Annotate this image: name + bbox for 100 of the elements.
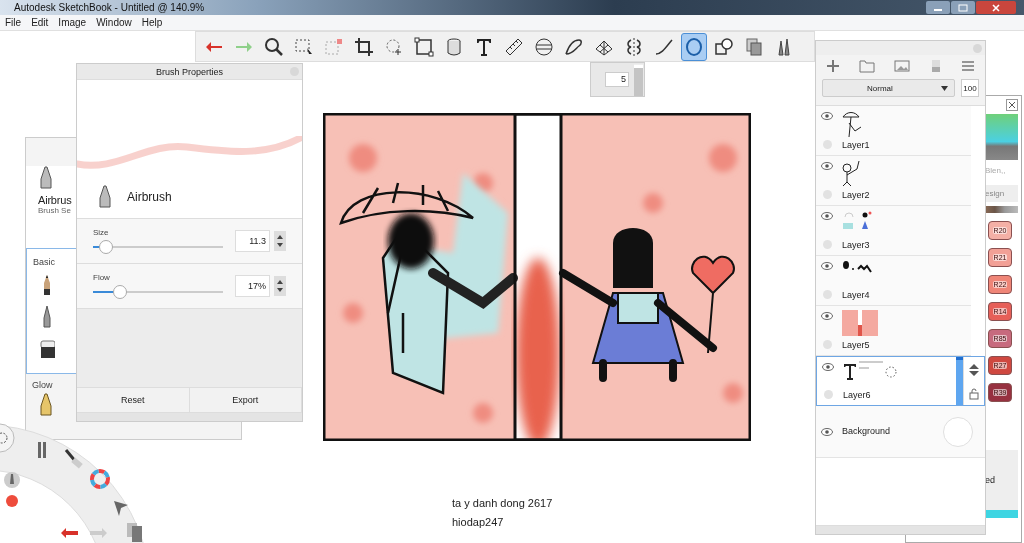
layer-row[interactable]: Layer4 <box>816 256 971 306</box>
layer-radio[interactable] <box>822 140 832 149</box>
minimize-button[interactable] <box>926 1 950 14</box>
color-wheel-icon[interactable] <box>90 469 110 489</box>
add-icon[interactable] <box>825 59 840 73</box>
cursor-icon[interactable] <box>114 501 128 516</box>
layer-row[interactable]: Layer1 <box>816 106 971 156</box>
menu-item[interactable]: File <box>5 17 22 28</box>
blend-label: Blen,, <box>985 166 1007 175</box>
split-panels-thumbnail <box>842 310 878 336</box>
bucket-icon <box>444 36 464 57</box>
brush-icon[interactable] <box>4 472 20 488</box>
crop-icon <box>354 36 374 57</box>
visibility-icon[interactable] <box>821 427 833 436</box>
shapes-icon <box>714 36 734 57</box>
window-title: Autodesk SketchBook - Untitled @ 140.9% <box>13 2 205 13</box>
airbrush-icon <box>97 185 113 209</box>
spinner-button[interactable] <box>274 276 286 296</box>
reorder-icon[interactable] <box>968 362 980 377</box>
layer-name: Layer2 <box>842 190 871 200</box>
resize-grip[interactable] <box>77 412 302 421</box>
layer-radio[interactable] <box>822 240 832 249</box>
menu-icon[interactable] <box>961 59 976 73</box>
folder-icon[interactable] <box>859 59 876 73</box>
menu-item[interactable]: Edit <box>31 17 49 28</box>
brush-size-slider[interactable] <box>634 63 643 96</box>
lasso-icon <box>384 36 404 57</box>
brush-set-section[interactable]: Glow <box>26 374 76 420</box>
spinner-button[interactable] <box>274 231 286 251</box>
visibility-icon[interactable] <box>821 312 833 320</box>
close-button[interactable] <box>1006 99 1018 111</box>
background-color-swatch[interactable] <box>943 416 973 447</box>
image-icon[interactable] <box>894 59 911 73</box>
visibility-icon[interactable] <box>821 112 833 120</box>
brush-set-label: Brush Se <box>38 206 71 215</box>
glow-brush-icon <box>38 393 54 417</box>
settings-icon[interactable] <box>0 423 15 453</box>
caret-icon <box>941 85 948 91</box>
copy-icon[interactable] <box>127 523 142 542</box>
visibility-icon[interactable] <box>821 262 833 270</box>
value-field[interactable]: 17% <box>235 275 270 297</box>
layer-radio[interactable] <box>822 340 832 349</box>
layer-name: Layer1 <box>842 140 871 150</box>
opacity-field[interactable]: 100 <box>961 79 979 97</box>
eraser-icon <box>39 337 55 361</box>
umbrella-figure-thumbnail <box>842 110 863 138</box>
ruler-icon <box>504 36 524 57</box>
layer-row[interactable]: Layer3 <box>816 206 971 256</box>
selection-icon <box>294 36 314 57</box>
slider-label: Flow <box>93 273 111 282</box>
layer-row[interactable]: Layer2 <box>816 156 971 206</box>
search-icon <box>264 36 284 57</box>
ellipse-guide-icon <box>534 36 554 57</box>
lock-icon[interactable] <box>969 387 979 400</box>
layer-name: Layer4 <box>842 290 871 300</box>
maximize-icon <box>958 3 968 12</box>
undo-icon[interactable] <box>61 528 78 538</box>
text-layer-thumbnail <box>843 361 897 381</box>
slider-label: Size <box>93 228 110 237</box>
layer-name: Layer3 <box>842 240 871 250</box>
paintbrush-icon[interactable] <box>64 449 83 469</box>
ink-strokes-thumbnail <box>842 260 873 273</box>
symmetry-icon <box>624 36 644 57</box>
color-gradient[interactable] <box>985 114 1018 160</box>
balloon-figure-thumbnail <box>842 160 860 187</box>
selection-clear-icon <box>324 36 344 57</box>
text-icon <box>474 36 494 57</box>
layer-name: Layer5 <box>842 340 871 350</box>
visibility-icon[interactable] <box>821 212 833 220</box>
panel-title: Brush Properties <box>156 66 223 77</box>
brush-size-field[interactable]: 5 <box>605 72 629 87</box>
menu-item[interactable]: Window <box>96 17 132 28</box>
color-bar <box>985 510 1018 518</box>
french-curve-icon <box>564 36 584 57</box>
layer-name: Layer6 <box>843 390 872 400</box>
airbrush-icon <box>38 166 54 190</box>
layer-radio[interactable] <box>822 290 832 299</box>
menu-item[interactable]: Help <box>141 17 163 28</box>
brush-name: Airbrush <box>127 190 172 204</box>
color-dot-icon[interactable] <box>6 495 18 507</box>
layer-row[interactable]: Layer5 <box>816 306 971 356</box>
layer-radio[interactable] <box>822 190 832 199</box>
copy-icon <box>744 36 764 57</box>
color-fill-thumbnail <box>842 210 873 230</box>
distort-icon <box>414 36 434 57</box>
color-strip[interactable] <box>985 206 1018 213</box>
visibility-icon[interactable] <box>821 162 833 170</box>
close-icon <box>991 3 1001 12</box>
menu-item[interactable]: Image <box>58 17 87 28</box>
layer-row[interactable]: Background <box>816 406 985 458</box>
resize-grip[interactable] <box>816 525 985 534</box>
brush-set-section[interactable]: Basic <box>26 248 78 374</box>
ellipse-icon <box>684 36 704 57</box>
brush-icon[interactable] <box>38 442 46 458</box>
value-field[interactable]: 11.3 <box>235 230 270 252</box>
blend-mode-dropdown[interactable]: Normal <box>822 79 955 97</box>
layer-row[interactable]: Layer6 <box>816 356 985 406</box>
layer-radio[interactable] <box>823 390 833 399</box>
visibility-icon[interactable] <box>822 363 834 371</box>
close-button[interactable] <box>976 1 1016 14</box>
